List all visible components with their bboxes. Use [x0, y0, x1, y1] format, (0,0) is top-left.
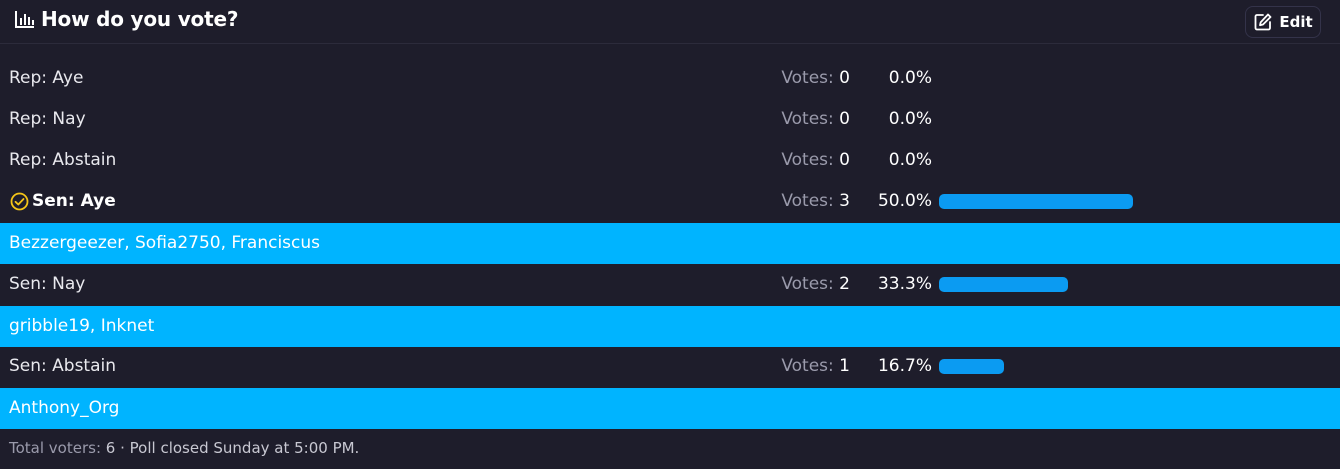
- vote-bar-fill: [939, 277, 1068, 292]
- poll-widget: How do you vote? Edit Rep: Aye Votes: 0 …: [0, 0, 1340, 469]
- votes-label: Votes:: [781, 68, 834, 88]
- votes-value: 0: [839, 150, 850, 170]
- poll-chart-icon: [14, 9, 36, 29]
- poll-option-sen-abstain[interactable]: Sen: Abstain Votes: 1 16.7%: [0, 346, 1340, 387]
- vote-bar: [939, 277, 1133, 292]
- vote-bar: [939, 71, 1133, 86]
- voters-names: Bezzergeezer, Sofia2750, Franciscus: [9, 233, 321, 253]
- poll-header: How do you vote? Edit: [0, 0, 1340, 44]
- vote-bar: [939, 153, 1133, 168]
- poll-option-sen-nay[interactable]: Sen: Nay Votes: 2 33.3%: [0, 264, 1340, 305]
- poll-status: Poll closed Sunday at 5:00 PM.: [129, 439, 360, 457]
- edit-icon: [1253, 12, 1273, 32]
- voters-list: gribble19, Inknet: [0, 306, 1340, 347]
- vote-percent: 50.0%: [877, 191, 932, 211]
- option-label: Sen: Abstain: [9, 356, 117, 376]
- votes-value: 1: [839, 356, 850, 376]
- voters-names: Anthony_Org: [9, 398, 120, 418]
- edit-button-label: Edit: [1279, 13, 1313, 31]
- vote-percent: 0.0%: [888, 109, 932, 129]
- vote-percent: 0.0%: [888, 150, 932, 170]
- poll-option-sen-aye[interactable]: Sen: Aye Votes: 3 50.0%: [0, 181, 1340, 222]
- poll-option-rep-nay[interactable]: Rep: Nay Votes: 0 0.0%: [0, 99, 1340, 140]
- votes-label: Votes:: [781, 191, 834, 211]
- option-label: Sen: Nay: [9, 274, 86, 294]
- vote-count: Votes: 0: [730, 99, 850, 140]
- footer-separator: ·: [120, 439, 125, 457]
- votes-value: 0: [839, 109, 850, 129]
- votes-value: 3: [839, 191, 850, 211]
- vote-count: Votes: 0: [730, 58, 850, 99]
- vote-percent: 33.3%: [877, 274, 932, 294]
- vote-count: Votes: 1: [730, 346, 850, 387]
- check-circle-icon: [10, 192, 29, 211]
- vote-bar: [939, 112, 1133, 127]
- option-label: Rep: Abstain: [9, 150, 117, 170]
- votes-label: Votes:: [781, 356, 834, 376]
- edit-button[interactable]: Edit: [1245, 6, 1321, 38]
- votes-label: Votes:: [781, 274, 834, 294]
- vote-bar-fill: [939, 194, 1133, 209]
- total-voters-label: Total voters:: [9, 439, 101, 457]
- option-label: Rep: Aye: [9, 68, 84, 88]
- vote-count: Votes: 2: [730, 264, 850, 305]
- option-label: Sen: Aye: [32, 191, 116, 211]
- vote-bar: [939, 359, 1133, 374]
- vote-bar-fill: [939, 359, 1004, 374]
- poll-option-rep-abstain[interactable]: Rep: Abstain Votes: 0 0.0%: [0, 140, 1340, 181]
- vote-bar: [939, 194, 1133, 209]
- vote-count: Votes: 3: [730, 181, 850, 222]
- poll-title-wrap: How do you vote?: [14, 7, 238, 31]
- poll-title: How do you vote?: [41, 7, 239, 31]
- poll-footer: Total voters: 6 · Poll closed Sunday at …: [9, 429, 359, 469]
- option-label: Rep: Nay: [9, 109, 86, 129]
- votes-label: Votes:: [781, 150, 834, 170]
- votes-value: 2: [839, 274, 850, 294]
- voters-names: gribble19, Inknet: [9, 316, 155, 336]
- vote-percent: 0.0%: [888, 68, 932, 88]
- vote-count: Votes: 0: [730, 140, 850, 181]
- voters-list: Bezzergeezer, Sofia2750, Franciscus: [0, 223, 1340, 264]
- votes-label: Votes:: [781, 109, 834, 129]
- vote-percent: 16.7%: [877, 356, 932, 376]
- total-voters-value: 6: [105, 439, 116, 457]
- voters-list: Anthony_Org: [0, 388, 1340, 429]
- poll-option-rep-aye[interactable]: Rep: Aye Votes: 0 0.0%: [0, 58, 1340, 99]
- votes-value: 0: [839, 68, 850, 88]
